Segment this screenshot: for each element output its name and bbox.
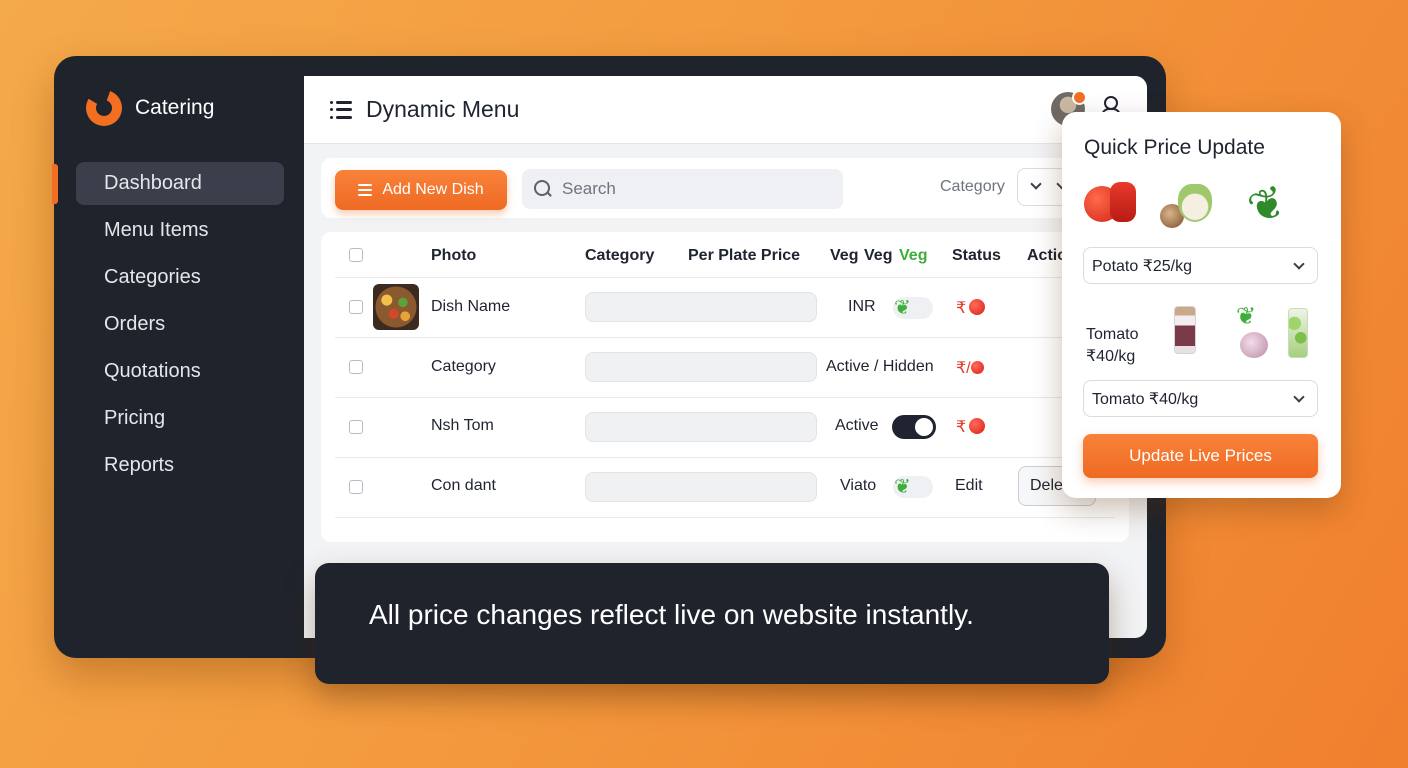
brand[interactable]: Catering (86, 90, 214, 126)
category-field[interactable] (585, 472, 817, 502)
onion-icon (1240, 332, 1268, 358)
spinach-icon: ❦ (1241, 175, 1293, 235)
sidebar-item-pricing[interactable]: Pricing (76, 397, 284, 440)
category-field[interactable] (585, 412, 817, 442)
table-header-row: Photo Category Per Plate Price Veg Veg V… (335, 232, 1115, 278)
menu-table: Photo Category Per Plate Price Veg Veg V… (321, 232, 1129, 542)
category-filter-label: Category (940, 178, 1005, 195)
row-status-text: Active / Hidden (826, 358, 934, 375)
radish-icon (1178, 184, 1212, 222)
jar-icon (1174, 306, 1196, 354)
chevron-down-icon (1030, 178, 1042, 190)
logo-icon (86, 90, 122, 126)
chevron-down-icon (1293, 258, 1305, 270)
edit-link[interactable]: Edit (955, 477, 983, 495)
tomato-price-value: Tomato ₹40/kg (1092, 390, 1199, 408)
price-symbol: ₹/ (956, 360, 971, 377)
tomato-price-select[interactable]: Tomato ₹40/kg (1083, 380, 1318, 417)
sidebar-item-orders[interactable]: Orders (76, 303, 284, 346)
column-header-category: Category (585, 247, 655, 264)
column-header-status: Status (952, 247, 1001, 264)
update-live-prices-button[interactable]: Update Live Prices (1083, 434, 1318, 478)
chevron-down-icon (1293, 391, 1305, 403)
sidebar-item-label: Categories (104, 266, 201, 288)
add-new-dish-label: Add New Dish (382, 181, 484, 198)
search-icon (534, 180, 552, 198)
price-symbol: ₹ (956, 419, 967, 436)
info-banner: All price changes reflect live on websit… (315, 563, 1109, 684)
category-field[interactable] (585, 352, 817, 382)
search-input[interactable] (562, 179, 822, 199)
table-row[interactable]: Nsh Tom Active ₹ (335, 398, 1115, 458)
list-icon (358, 184, 373, 196)
category-field[interactable] (585, 292, 817, 322)
update-live-prices-label: Update Live Prices (1129, 446, 1272, 465)
row-checkbox[interactable] (349, 480, 363, 494)
price-symbol: ₹ (956, 300, 967, 317)
sidebar-item-label: Dashboard (104, 172, 202, 194)
tomato-icon (971, 361, 984, 374)
sidebar-item-label: Quotations (104, 360, 201, 382)
potato-price-value: Potato ₹25/kg (1092, 257, 1193, 275)
banner-text: All price changes reflect live on websit… (369, 599, 974, 630)
search-box[interactable] (522, 169, 843, 209)
sidebar-item-label: Reports (104, 454, 175, 476)
delete-label: Dele (1030, 477, 1063, 494)
sidebar-item-reports[interactable]: Reports (76, 444, 284, 487)
sidebar-nav: Dashboard Menu Items Categories Orders Q… (76, 162, 284, 491)
column-header-photo: Photo (431, 247, 477, 264)
tomato-icon (969, 418, 985, 434)
row-checkbox[interactable] (349, 300, 363, 314)
sidebar-item-label: Menu Items (104, 219, 209, 241)
brand-name: Catering (135, 96, 215, 119)
potato-price-select[interactable]: Potato ₹25/kg (1083, 247, 1318, 284)
column-header-veg-green: Veg (899, 247, 928, 264)
veg-toggle[interactable]: ❦ (893, 297, 933, 319)
select-all-checkbox[interactable] (349, 248, 363, 262)
row-status-text: Viato (840, 477, 877, 494)
column-header-actions: Actio (1027, 247, 1067, 264)
dish-name: Dish Name (431, 298, 511, 315)
leaf-icon: ❦ (1236, 303, 1257, 330)
active-indicator (52, 164, 58, 204)
page-header: Dynamic Menu (304, 76, 1147, 144)
tomato-price-label: Tomato ₹40/kg (1086, 326, 1139, 365)
sidebar-item-categories[interactable]: Categories (76, 256, 284, 299)
table-row[interactable]: Category Active / Hidden ₹/ (335, 338, 1115, 398)
status-toggle[interactable] (892, 415, 936, 439)
leaf-icon: ❦ (894, 476, 911, 498)
quick-price-title: Quick Price Update (1084, 136, 1265, 159)
leaf-icon: ❦ (894, 297, 911, 319)
veg-toggle[interactable]: ❦ (893, 476, 933, 498)
sidebar-item-dashboard[interactable]: Dashboard (76, 162, 284, 205)
column-header-per-plate-price: Per Plate Price (688, 247, 801, 264)
sidebar-item-menu-items[interactable]: Menu Items (76, 209, 284, 252)
tomato-icon (969, 299, 985, 315)
dish-name: Con dant (431, 477, 496, 494)
row-checkbox[interactable] (349, 360, 363, 374)
main-panel: Dynamic Menu Add New Dish Category (304, 76, 1147, 638)
dish-photo (373, 284, 419, 330)
column-header-veg: Veg (864, 247, 893, 264)
table-row[interactable]: Dish Name INR ❦ ₹ (335, 278, 1115, 338)
toolbar: Add New Dish Category (321, 158, 1129, 218)
page-title: Dynamic Menu (366, 96, 520, 122)
dish-name: Nsh Tom (431, 417, 494, 434)
row-checkbox[interactable] (349, 420, 363, 434)
sidebar-item-label: Orders (104, 313, 166, 335)
menu-icon[interactable] (330, 100, 352, 119)
column-header-veg: Veg (830, 247, 859, 264)
dish-name: Category (431, 358, 496, 375)
row-status-text: Active (835, 417, 879, 434)
add-new-dish-button[interactable]: Add New Dish (335, 170, 507, 210)
sidebar-item-label: Pricing (104, 407, 166, 429)
table-row[interactable]: Con dant Viato ❦ Edit Dele (335, 458, 1115, 518)
peas-jar-icon (1288, 308, 1308, 358)
quick-price-card: Quick Price Update ❦ Potato ₹25/kg Tomat… (1062, 112, 1341, 498)
pepper-icon (1110, 182, 1136, 222)
row-status-text: INR (848, 298, 876, 315)
sidebar-item-quotations[interactable]: Quotations (76, 350, 284, 393)
